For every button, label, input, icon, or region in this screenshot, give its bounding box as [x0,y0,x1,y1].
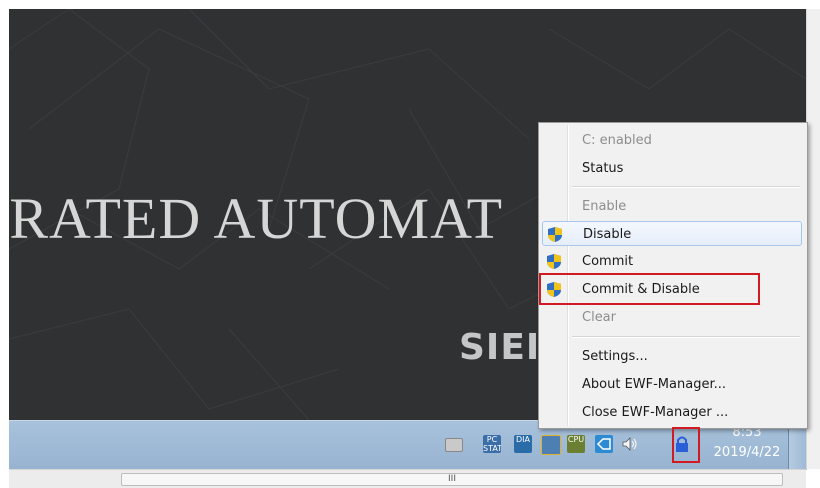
menu-separator [572,336,800,338]
menu-item-label: Disable [583,227,632,242]
menu-item-drive-status: C: enabled [542,128,802,153]
system-clock[interactable]: 8:53 2019/4/22 [708,423,786,463]
vs-icon[interactable] [595,435,613,453]
horizontal-scrollbar[interactable]: III [9,469,806,488]
vs-glyph [596,438,611,450]
menu-item-enable: Enable [542,194,802,219]
brand-logo-text: SIEI [459,327,541,368]
pc-station-icon[interactable]: PC STAT [483,435,501,453]
volume-icon[interactable] [621,435,639,453]
horizontal-scroll-thumb[interactable]: III [121,473,783,486]
speaker-glyph [622,437,637,451]
menu-item-label: Clear [582,310,616,325]
cpu-label: CPU [567,435,585,444]
highlight-box-lock-icon [672,427,700,463]
clock-date: 2019/4/22 [713,445,781,460]
highlight-box-commit-disable [539,273,760,305]
menu-item-label: About EWF-Manager... [582,377,726,392]
pc-station-label: PC STAT [483,435,501,453]
menu-item-close[interactable]: Close EWF-Manager ... [542,400,802,425]
diagnostics-icon[interactable]: DIA [514,435,532,453]
keyboard-icon[interactable] [445,438,463,452]
menu-separator [572,186,800,188]
network-icon[interactable] [541,435,561,455]
menu-item-label: Enable [582,199,627,214]
menu-item-label: C: enabled [582,133,652,148]
uac-shield-icon [547,254,561,269]
desktop-banner-text: -RATED AUTOMAT [9,186,503,251]
menu-item-disable[interactable]: Disable [542,221,802,246]
scroll-grip: III [448,474,456,484]
menu-item-status[interactable]: Status [542,156,802,181]
menu-item-commit[interactable]: Commit [542,249,802,274]
diagnostics-label: DIA [516,435,530,444]
menu-item-label: Close EWF-Manager ... [582,405,729,420]
menu-item-settings[interactable]: Settings... [542,344,802,369]
menu-item-label: Commit [582,254,634,269]
cpu-icon[interactable]: CPU [567,435,585,453]
menu-item-about[interactable]: About EWF-Manager... [542,372,802,397]
menu-item-label: Settings... [582,349,648,364]
menu-item-label: Status [582,161,624,176]
menu-item-clear: Clear [542,305,802,330]
uac-shield-icon [548,227,562,242]
vertical-scrollbar[interactable] [806,9,820,469]
